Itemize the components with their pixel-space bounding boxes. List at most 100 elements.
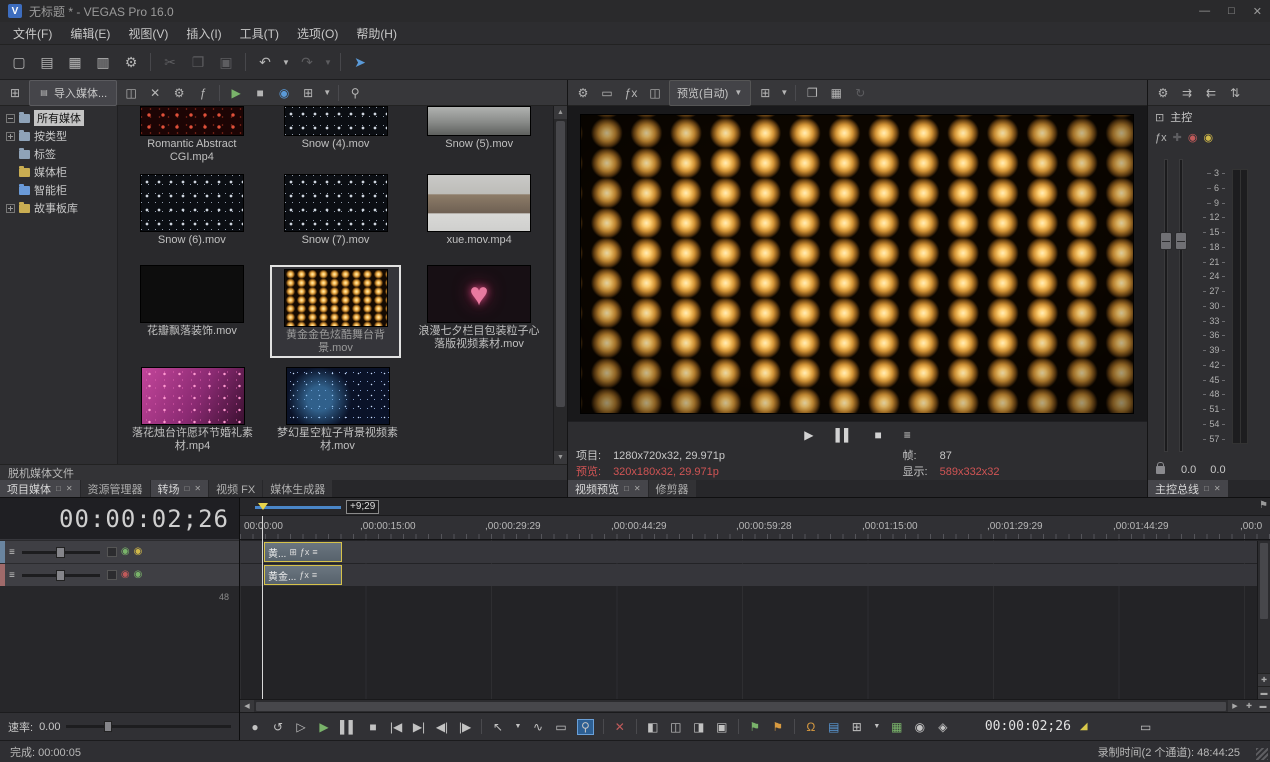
refresh-icon[interactable]: ↻ [850, 83, 870, 103]
copy-snapshot-icon[interactable]: ❐ [802, 83, 822, 103]
command-marker-button[interactable]: ▤ [827, 721, 841, 733]
tab-close-icon[interactable]: ✕ [66, 484, 73, 493]
copy-button[interactable]: ❐ [185, 50, 211, 74]
next-frame-button[interactable]: |▶ [458, 721, 472, 733]
media-item[interactable]: Snow (4).mov [264, 106, 408, 164]
maximize-button[interactable]: □ [1228, 5, 1235, 18]
transport-time-display[interactable]: 00:00:02;26 [985, 719, 1071, 734]
region-marker-button[interactable]: Ω [804, 721, 818, 733]
menu-options[interactable]: 选项(O) [288, 22, 347, 45]
scroll-down-icon[interactable]: ▼ [554, 451, 567, 464]
media-item[interactable]: Snow (7).mov [264, 174, 408, 247]
tree-item-storyboards[interactable]: 故事板库 [4, 199, 117, 217]
track-level-slider[interactable] [22, 574, 100, 577]
tab-transitions[interactable]: 转场 □ ✕ [151, 480, 209, 497]
go-to-end-button[interactable]: ▶| [412, 721, 426, 733]
trim-start-button[interactable]: ◧ [646, 721, 660, 733]
expander-icon[interactable] [6, 132, 15, 141]
menu-tools[interactable]: 工具(T) [231, 22, 288, 45]
save-button[interactable]: ▦ [62, 50, 88, 74]
video-track-lane[interactable]: 黄... ⊞ ƒx ≡ [240, 541, 1270, 563]
play-button[interactable]: ▶ [317, 721, 331, 733]
playhead-line[interactable] [262, 516, 263, 699]
minimize-button[interactable]: — [1199, 5, 1210, 18]
menu-insert[interactable]: 插入(I) [177, 22, 230, 45]
selection-tool-button[interactable]: ▭ [554, 721, 568, 733]
insert-marker-button[interactable]: ⚑ [748, 721, 762, 733]
zoom-in-time-icon[interactable]: ✚ [1242, 700, 1256, 712]
media-fx-icon[interactable]: ƒ [193, 83, 213, 103]
tree-item-smart-bins[interactable]: 智能柜 [4, 181, 117, 199]
pause-button[interactable]: ▌▌ [340, 721, 357, 733]
media-item[interactable]: xue.mov.mp4 [407, 174, 551, 247]
timeline-event-video[interactable]: 黄... ⊞ ƒx ≡ [264, 542, 342, 562]
tab-float-icon[interactable]: □ [624, 484, 629, 493]
fader-track-right[interactable] [1179, 159, 1183, 452]
sync-cursor-icon[interactable]: ≡ [904, 428, 911, 442]
preview-settings-icon[interactable]: ⚙ [573, 83, 593, 103]
capture-marker-button[interactable]: ◉ [913, 721, 927, 733]
timeline-time-display[interactable]: 00:00:02;26 [0, 498, 239, 540]
audio-track-lane[interactable]: 黄金... ƒx ≡ [240, 564, 1270, 586]
tab-float-icon[interactable]: □ [1204, 484, 1209, 493]
event-menu-icon[interactable]: ≡ [312, 547, 317, 557]
bus-fx-icon[interactable]: ƒx [1155, 132, 1167, 144]
media-item[interactable]: 梦幻星空粒子背景视频素材.mov [265, 367, 410, 453]
tab-close-icon[interactable]: ✕ [1214, 484, 1221, 493]
undo-dropdown[interactable]: ▼ [280, 50, 292, 74]
pan-crop-icon[interactable]: ⊞ [289, 547, 297, 558]
search-media-icon[interactable]: ⚲ [345, 83, 365, 103]
remove-media-icon[interactable]: ✕ [145, 83, 165, 103]
rate-slider-thumb[interactable] [104, 721, 112, 732]
scrollbar-thumb[interactable] [556, 121, 565, 407]
scroll-right-icon[interactable]: ▶ [1228, 700, 1242, 712]
media-item[interactable]: Romantic Abstract CGI.mp4 [120, 106, 264, 164]
fader-handle-right[interactable] [1175, 232, 1187, 250]
snap-indicator-icon[interactable]: ◈ [936, 721, 950, 733]
menu-view[interactable]: 视图(V) [119, 22, 177, 45]
previous-frame-button[interactable]: ◀| [435, 721, 449, 733]
menu-file[interactable]: 文件(F) [4, 22, 61, 45]
tree-item-all-media[interactable]: 所有媒体 [4, 109, 117, 127]
import-media-button[interactable]: ▤ 导入媒体... [29, 80, 117, 106]
tree-item-tags[interactable]: 标签 [4, 145, 117, 163]
scrollbar-track[interactable] [1258, 621, 1270, 673]
track-solo-button[interactable]: ◉ [134, 570, 143, 580]
slider-thumb[interactable] [56, 547, 65, 558]
insert-region-button[interactable]: ⚑ [771, 721, 785, 733]
lock-event-button[interactable]: ▣ [715, 721, 729, 733]
fader-track-left[interactable] [1164, 159, 1168, 452]
tab-project-media[interactable]: 项目媒体 □ ✕ [0, 480, 80, 497]
media-scrollbar[interactable]: ▲ ▼ [553, 106, 567, 464]
media-item[interactable]: Snow (5).mov [407, 106, 551, 164]
downmix-icon[interactable]: ⇅ [1225, 83, 1245, 103]
tab-float-icon[interactable]: □ [56, 484, 61, 493]
master-level-left[interactable]: 0.0 [1181, 464, 1196, 476]
views-dropdown[interactable]: ▼ [322, 83, 332, 103]
edit-tool-dropdown[interactable]: ▼ [514, 723, 522, 730]
media-item[interactable]: 落花烛台许愿环节婚礼素材.mp4 [120, 367, 265, 453]
insert-bus-icon[interactable]: ⇉ [1177, 83, 1197, 103]
rate-slider[interactable] [66, 725, 231, 728]
media-item[interactable]: Snow (6).mov [120, 174, 264, 247]
render-as-button[interactable]: ▥ [90, 50, 116, 74]
external-monitor-icon[interactable]: ▭ [1139, 721, 1153, 733]
event-fx-icon[interactable]: ƒx [299, 570, 309, 580]
record-button[interactable]: ● [248, 721, 262, 733]
tree-item-media-bins[interactable]: 媒体柜 [4, 163, 117, 181]
event-menu-icon[interactable]: ≡ [312, 570, 317, 580]
track-mute-button[interactable]: ◉ [121, 547, 130, 557]
overlays-dropdown[interactable]: ▼ [779, 83, 789, 103]
tab-explorer[interactable]: 资源管理器 [81, 480, 150, 497]
properties-button[interactable]: ⚙ [118, 50, 144, 74]
new-project-button[interactable]: ▢ [6, 50, 32, 74]
interactive-tutorials-button[interactable]: ➤ [347, 50, 373, 74]
preview-stop-icon[interactable]: ■ [250, 83, 270, 103]
resize-grip[interactable] [1256, 748, 1268, 760]
redo-dropdown[interactable]: ▼ [322, 50, 334, 74]
media-item[interactable]: 花瓣飘落装饰.mov [120, 265, 264, 358]
media-item-selected[interactable]: 黄金金色炫酷舞台背景.mov [270, 265, 401, 358]
delete-button[interactable]: ✕ [613, 721, 627, 733]
timeline-vertical-scrollbar[interactable]: ✚ ▬ [1257, 541, 1270, 699]
external-monitor-icon[interactable]: ▭ [597, 83, 617, 103]
